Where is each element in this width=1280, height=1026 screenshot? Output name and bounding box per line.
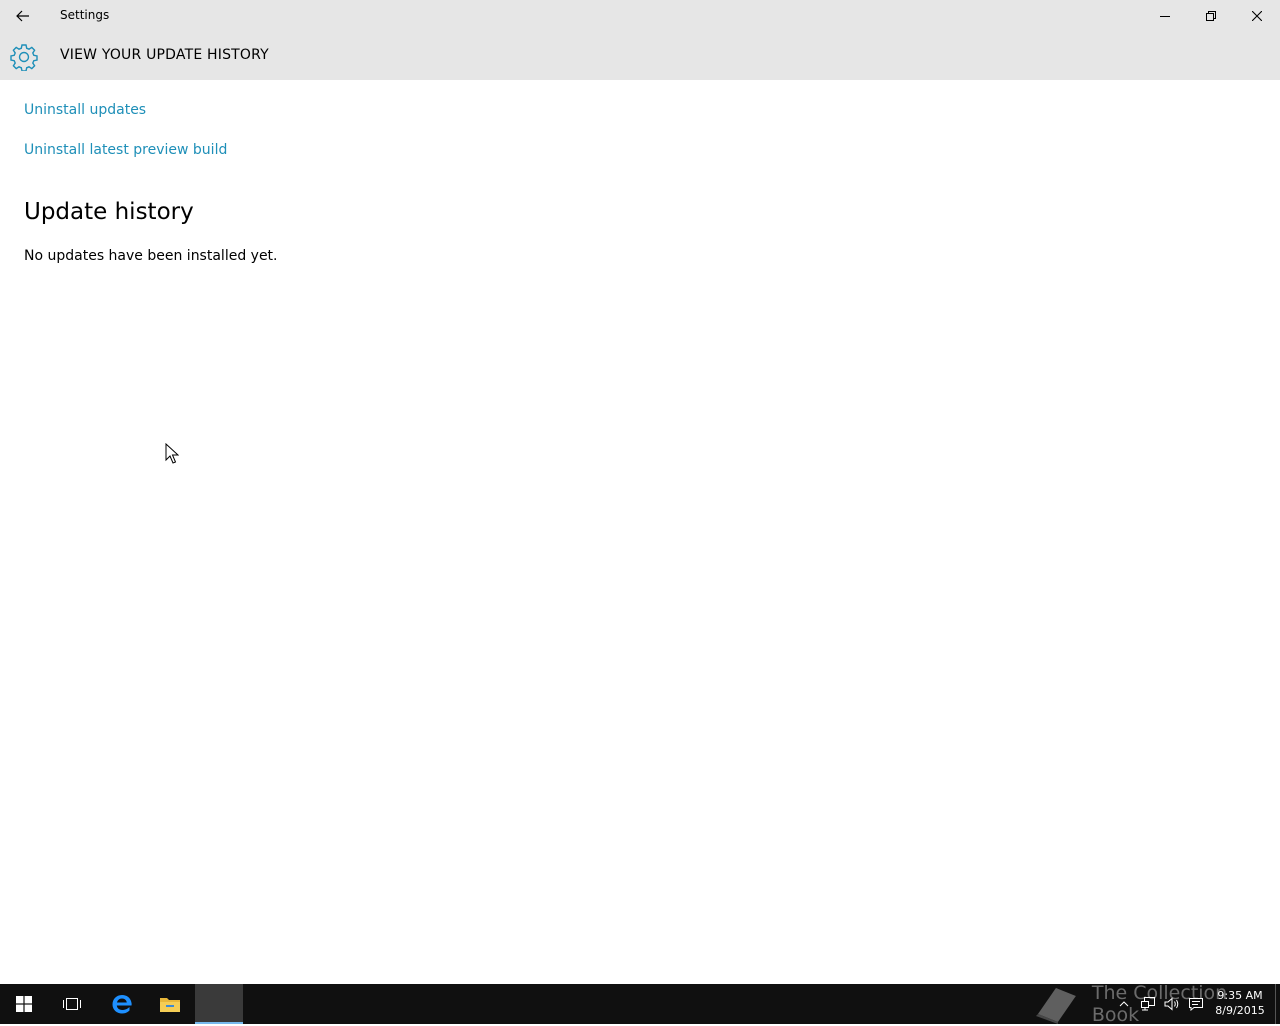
close-button[interactable] bbox=[1234, 0, 1280, 32]
title-bar: Settings bbox=[0, 0, 1280, 32]
clock[interactable]: 9:35 AM 8/9/2015 bbox=[1214, 988, 1266, 1018]
network-button[interactable] bbox=[1136, 984, 1160, 1024]
taskbar: The Collection Book 9:35 AM 8/9/2015 bbox=[0, 982, 1280, 1026]
window-title: Settings bbox=[60, 8, 110, 22]
start-button[interactable] bbox=[0, 984, 48, 1024]
update-history-heading: Update history bbox=[24, 199, 194, 225]
restore-button[interactable] bbox=[1188, 0, 1234, 32]
windows-logo-icon bbox=[16, 996, 32, 1012]
speaker-icon bbox=[1164, 997, 1179, 1011]
window-controls bbox=[1142, 0, 1280, 32]
page-title: VIEW YOUR UPDATE HISTORY bbox=[60, 47, 269, 63]
minimize-button[interactable] bbox=[1142, 0, 1188, 32]
task-view-icon bbox=[63, 998, 81, 1010]
task-view-button[interactable] bbox=[48, 984, 96, 1024]
mouse-cursor-icon bbox=[165, 443, 179, 464]
settings-taskbar-button[interactable] bbox=[195, 984, 243, 1024]
main-content: Uninstall updates Uninstall latest previ… bbox=[0, 80, 1280, 984]
edge-browser-icon bbox=[112, 995, 132, 1014]
network-icon bbox=[1141, 997, 1155, 1011]
gear-icon bbox=[10, 43, 38, 72]
uninstall-updates-link[interactable]: Uninstall updates bbox=[24, 102, 146, 118]
show-desktop-button[interactable] bbox=[1275, 984, 1280, 1024]
edge-taskbar-button[interactable] bbox=[98, 984, 146, 1024]
action-center-icon bbox=[1189, 998, 1203, 1011]
clock-time: 9:35 AM bbox=[1217, 989, 1263, 1002]
page-header: VIEW YOUR UPDATE HISTORY bbox=[0, 32, 1280, 80]
book-icon bbox=[1035, 988, 1076, 1024]
update-history-empty-message: No updates have been installed yet. bbox=[24, 248, 278, 264]
back-arrow-icon bbox=[16, 10, 29, 22]
back-button[interactable] bbox=[0, 0, 46, 32]
minimize-icon bbox=[1160, 16, 1170, 17]
show-hidden-icons-button[interactable] bbox=[1112, 984, 1136, 1024]
restore-icon bbox=[1206, 11, 1216, 21]
file-explorer-icon bbox=[160, 998, 180, 1012]
file-explorer-taskbar-button[interactable] bbox=[146, 984, 194, 1024]
chevron-up-icon bbox=[1119, 1001, 1129, 1007]
action-center-button[interactable] bbox=[1184, 984, 1208, 1024]
close-icon bbox=[1252, 11, 1262, 21]
uninstall-preview-build-link[interactable]: Uninstall latest preview build bbox=[24, 142, 227, 158]
system-tray bbox=[1112, 984, 1208, 1024]
volume-button[interactable] bbox=[1160, 984, 1184, 1024]
clock-date: 8/9/2015 bbox=[1215, 1004, 1265, 1017]
